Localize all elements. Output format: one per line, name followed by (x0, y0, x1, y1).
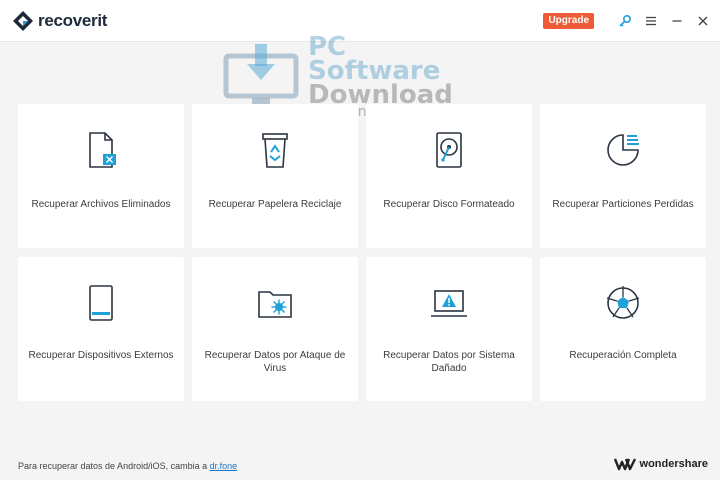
wondershare-brand: wondershare (613, 457, 708, 471)
footer-note: Para recuperar datos de Android/iOS, cam… (18, 461, 237, 471)
option-label: Recuperar Datos por Sistema Dañado (383, 350, 515, 374)
minimize-icon[interactable] (670, 14, 684, 28)
option-formatted-disk[interactable]: Recuperar Disco Formateado (366, 104, 532, 248)
app-name: recoverit (38, 11, 108, 30)
option-label: Recuperación Completa (569, 350, 677, 361)
menu-icon[interactable] (644, 14, 658, 28)
brand-name: wondershare (639, 458, 708, 470)
upgrade-button[interactable]: Upgrade (543, 13, 594, 29)
option-label: Recuperar Dispositivos Externos (28, 350, 174, 361)
option-external-devices[interactable]: Recuperar Dispositivos Externos (18, 257, 184, 401)
wondershare-logo-icon (613, 458, 636, 471)
option-deleted-files[interactable]: Recuperar Archivos Eliminados (18, 104, 184, 248)
watermark-line-2: Software (308, 56, 441, 86)
partition-icon (607, 134, 639, 166)
option-label: Recuperar Disco Formateado (383, 199, 515, 210)
close-icon[interactable] (696, 14, 710, 28)
virus-folder-icon (258, 291, 292, 318)
drfone-link[interactable]: dr.fone (210, 461, 238, 471)
crashed-system-icon (431, 290, 467, 317)
option-virus-attack[interactable]: Recuperar Datos por Ataque de Virus (192, 257, 358, 401)
recycle-bin-icon (262, 133, 288, 168)
option-label: Recuperar Archivos Eliminados (31, 199, 171, 210)
option-label: Recuperar Papelera Reciclaje (208, 199, 342, 210)
recoverit-logo-icon (13, 11, 33, 31)
app-logo: recoverit (12, 10, 107, 32)
option-label: Recuperar Particiones Perdidas (552, 199, 694, 210)
monitor-download-icon (223, 44, 299, 108)
key-icon[interactable] (618, 14, 632, 28)
option-label: Recuperar Datos por Ataque de Virus (204, 350, 346, 374)
deleted-file-icon (89, 132, 116, 168)
all-around-recovery-icon (606, 286, 640, 319)
footer-text: Para recuperar datos de Android/iOS, cam… (18, 461, 210, 471)
external-device-icon (89, 285, 113, 321)
hard-disk-icon (436, 132, 462, 168)
option-recycle-bin[interactable]: Recuperar Papelera Reciclaje (192, 104, 358, 248)
option-crashed-system[interactable]: Recuperar Datos por Sistema Dañado (366, 257, 532, 401)
title-bar: recoverit Upgrade (0, 0, 720, 42)
option-lost-partitions[interactable]: Recuperar Particiones Perdidas (540, 104, 706, 248)
option-all-around-recovery[interactable]: Recuperación Completa (540, 257, 706, 401)
